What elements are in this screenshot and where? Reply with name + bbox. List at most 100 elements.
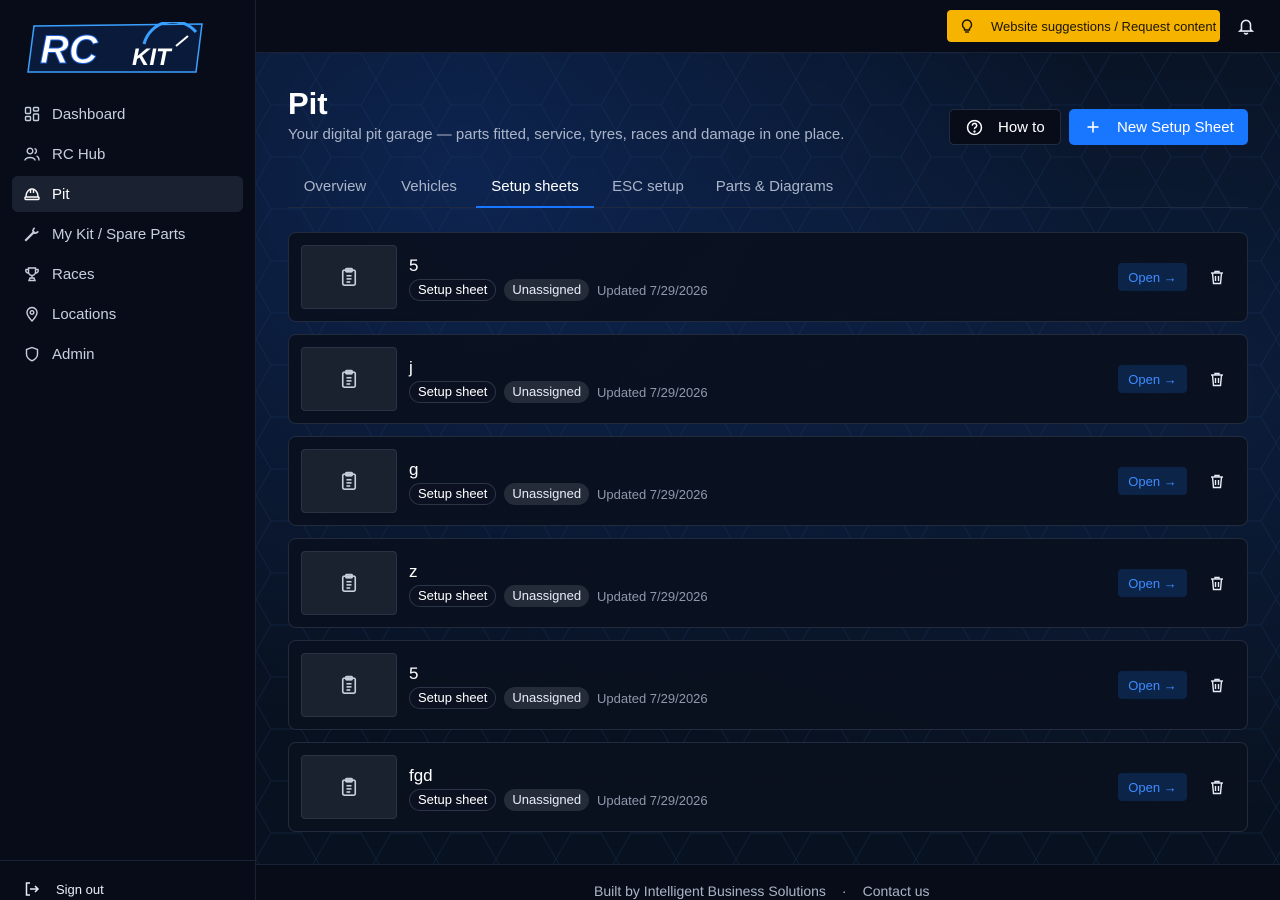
dashboard-icon (24, 106, 40, 122)
sheet-thumbnail (301, 653, 397, 717)
sheet-thumbnail (301, 449, 397, 513)
sidebar-item-pit[interactable]: Pit (12, 176, 243, 212)
updated-date: Updated 7/29/2026 (597, 384, 708, 400)
page-subtitle: Your digital pit garage — parts fitted, … (288, 126, 845, 143)
open-button[interactable]: Open → (1118, 263, 1187, 291)
sign-out-button[interactable]: Sign out (24, 881, 104, 897)
setup-sheet-row[interactable]: fgd Setup sheet Unassigned Updated 7/29/… (288, 742, 1248, 832)
svg-text:RC: RC (40, 28, 99, 72)
sidebar-item-my-kit[interactable]: My Kit / Spare Parts (12, 216, 243, 252)
clipboard-icon (341, 267, 357, 286)
sheet-meta: Setup sheet Unassigned Updated 7/29/2026 (409, 585, 708, 607)
rc-kit-logo[interactable]: RC KIT (26, 19, 208, 74)
open-button[interactable]: Open → (1118, 773, 1187, 801)
footer-links: Built by Intelligent Business Solutions … (594, 883, 930, 899)
sheet-title: 5 (409, 256, 419, 275)
sidebar-item-rc-hub[interactable]: RC Hub (12, 136, 243, 172)
page-title: Pit (288, 86, 328, 121)
status-badge: Unassigned (504, 687, 590, 709)
logout-icon (25, 882, 40, 896)
clipboard-icon (341, 471, 357, 490)
sheet-type-badge: Setup sheet (409, 279, 497, 301)
sheet-meta: Setup sheet Unassigned Updated 7/29/2026 (409, 687, 708, 709)
setup-sheet-row[interactable]: 5 Setup sheet Unassigned Updated 7/29/20… (288, 232, 1248, 322)
map-pin-icon (26, 306, 38, 322)
sheet-type-badge: Setup sheet (409, 687, 497, 709)
open-button[interactable]: Open → (1118, 365, 1187, 393)
how-to-label: How to (998, 118, 1045, 136)
trash-icon[interactable] (1209, 677, 1225, 693)
sheet-type-badge: Setup sheet (409, 585, 497, 607)
updated-date: Updated 7/29/2026 (597, 690, 708, 706)
footer-separator: · (841, 883, 847, 899)
tab-bar: Overview Vehicles Setup sheets ESC setup… (288, 169, 1248, 208)
setup-sheet-row[interactable]: g Setup sheet Unassigned Updated 7/29/20… (288, 436, 1248, 526)
sidebar-item-locations[interactable]: Locations (12, 296, 243, 332)
setup-sheet-list: 5 Setup sheet Unassigned Updated 7/29/20… (288, 232, 1248, 844)
sidebar-item-races[interactable]: Races (12, 256, 243, 292)
tab-setup-sheets[interactable]: Setup sheets (476, 169, 594, 208)
sheet-thumbnail (301, 245, 397, 309)
open-button[interactable]: Open → (1118, 671, 1187, 699)
sidebar-item-admin[interactable]: Admin (12, 336, 243, 372)
clipboard-icon (341, 369, 357, 388)
tab-esc-setup[interactable]: ESC setup (598, 169, 698, 208)
sheet-type-badge: Setup sheet (409, 483, 497, 505)
built-by-link[interactable]: Built by Intelligent Business Solutions (594, 883, 826, 899)
sidebar-item-label: RC Hub (52, 145, 106, 163)
status-badge: Unassigned (504, 279, 590, 301)
updated-date: Updated 7/29/2026 (597, 588, 708, 604)
open-button[interactable]: Open → (1118, 569, 1187, 597)
setup-sheet-row[interactable]: 5 Setup sheet Unassigned Updated 7/29/20… (288, 640, 1248, 730)
contact-us-link[interactable]: Contact us (863, 883, 930, 899)
status-badge: Unassigned (504, 789, 590, 811)
sidebar-footer: Sign out (0, 860, 256, 900)
sidebar-item-label: Dashboard (52, 105, 126, 123)
sheet-title: g (409, 460, 419, 479)
new-setup-sheet-label: New Setup Sheet (1117, 118, 1234, 136)
help-circle-icon (966, 119, 983, 135)
suggestions-button[interactable]: Website suggestions / Request content (947, 10, 1220, 42)
clipboard-icon (341, 573, 357, 592)
top-bar: Website suggestions / Request content (256, 0, 1280, 53)
setup-sheet-row[interactable]: j Setup sheet Unassigned Updated 7/29/20… (288, 334, 1248, 424)
suggestions-label: Website suggestions / Request content (991, 18, 1217, 34)
users-icon (24, 147, 40, 161)
sidebar-item-label: Locations (52, 305, 117, 323)
clipboard-icon (341, 675, 357, 694)
sidebar-item-label: Pit (52, 185, 70, 203)
tab-parts-diagrams[interactable]: Parts & Diagrams (702, 169, 847, 208)
sidebar-nav: Dashboard RC Hub Pit My Kit / Spare Part… (12, 96, 243, 376)
setup-sheet-row[interactable]: z Setup sheet Unassigned Updated 7/29/20… (288, 538, 1248, 628)
open-button[interactable]: Open → (1118, 467, 1187, 495)
new-setup-sheet-button[interactable]: New Setup Sheet (1069, 109, 1248, 145)
sidebar-item-label: My Kit / Spare Parts (52, 225, 186, 243)
trash-icon[interactable] (1209, 575, 1225, 591)
status-badge: Unassigned (504, 585, 590, 607)
clipboard-icon (341, 777, 357, 796)
trash-icon[interactable] (1209, 371, 1225, 387)
sidebar-item-label: Admin (52, 345, 95, 363)
sheet-meta: Setup sheet Unassigned Updated 7/29/2026 (409, 279, 708, 301)
bell-icon[interactable] (1237, 17, 1255, 35)
trophy-icon (25, 267, 39, 282)
shield-icon (25, 346, 39, 362)
wrench-icon (24, 227, 39, 242)
how-to-button[interactable]: How to (949, 109, 1061, 145)
page-footer: Built by Intelligent Business Solutions … (256, 864, 1280, 900)
updated-date: Updated 7/29/2026 (597, 792, 708, 808)
trash-icon[interactable] (1209, 269, 1225, 285)
tab-vehicles[interactable]: Vehicles (386, 169, 472, 208)
main-content: Pit Your digital pit garage — parts fitt… (256, 53, 1280, 900)
sheet-title: z (409, 562, 418, 581)
sheet-title: fgd (409, 766, 433, 785)
tab-overview[interactable]: Overview (288, 169, 382, 208)
sheet-thumbnail (301, 347, 397, 411)
plus-icon (1087, 121, 1099, 133)
lightbulb-icon (961, 19, 973, 33)
trash-icon[interactable] (1209, 473, 1225, 489)
sheet-meta: Setup sheet Unassigned Updated 7/29/2026 (409, 483, 708, 505)
sheet-thumbnail (301, 755, 397, 819)
trash-icon[interactable] (1209, 779, 1225, 795)
sidebar-item-dashboard[interactable]: Dashboard (12, 96, 243, 132)
